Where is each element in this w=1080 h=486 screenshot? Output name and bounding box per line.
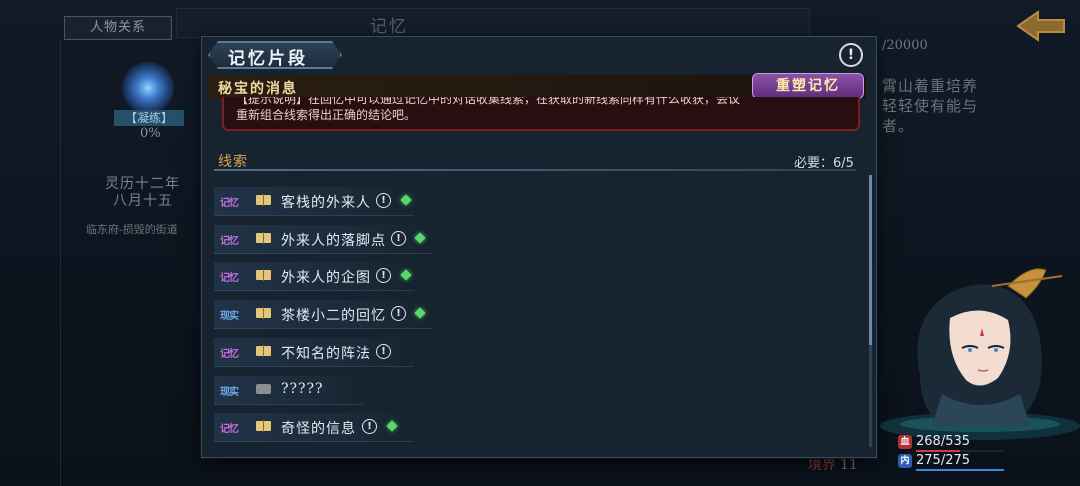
hp-stat: 血 268/535 [898, 434, 1008, 452]
background-description: 霄山着重培养 轻轻使有能与 者。 [882, 76, 978, 136]
mp-stat: 内 275/275 [898, 453, 1008, 471]
hint-description-box: 【提示说明】在回忆中可以通过记忆中的对话收集线索，在获取的新线索同样有什么收获，… [222, 97, 860, 131]
character-portrait[interactable] [880, 256, 1080, 442]
locked-scroll-icon [256, 384, 271, 394]
book-icon [256, 194, 272, 206]
realm-level-label: 境界 [808, 457, 836, 473]
book-icon [256, 232, 272, 244]
scrollbar-thumb[interactable] [869, 175, 872, 345]
book-icon [256, 307, 272, 319]
clue-name: 奇怪的信息 [281, 421, 356, 437]
clues-section-label: 线索 [218, 154, 248, 170]
info-icon[interactable]: ! [391, 231, 406, 246]
quest-title: 秘宝的消息 [218, 81, 298, 97]
mp-bar [916, 469, 1004, 471]
location-label: 临东府-损毁的街道 [86, 223, 178, 236]
hp-bar [916, 450, 1004, 452]
clue-row[interactable]: 记忆 不知名的阵法 ! [214, 338, 414, 367]
clue-row[interactable]: 现实 ????? [214, 376, 364, 405]
clue-tag: 现实 [220, 387, 239, 398]
hp-icon: 血 [898, 435, 912, 449]
hp-bar-fill [916, 450, 961, 452]
clue-row[interactable]: 记忆 外来人的落脚点 ! [214, 225, 432, 254]
help-icon[interactable]: ! [839, 43, 863, 67]
hint-description-line-2: 重新组合线索得出正确的结论吧。 [236, 108, 417, 122]
mp-bar-fill [916, 469, 1004, 471]
clue-row[interactable]: 现实 茶楼小二的回忆 ! [214, 300, 432, 329]
clue-name: 不知名的阵法 [281, 346, 371, 362]
info-icon[interactable]: ! [391, 306, 406, 321]
green-gem-icon [400, 194, 412, 206]
dialog-title: 记忆片段 [228, 49, 308, 69]
green-gem-icon [386, 420, 398, 432]
clue-tag: 记忆 [220, 349, 239, 360]
info-icon[interactable]: ! [362, 419, 377, 434]
clue-name: ????? [281, 381, 324, 397]
clue-list-scrollbar[interactable] [869, 175, 872, 447]
realm-level-value: 11 [840, 457, 858, 473]
character-relations-tab[interactable]: 人物关系 [64, 16, 172, 40]
background-description-line: 轻轻使有能与 [882, 97, 979, 115]
green-gem-icon [414, 307, 426, 319]
date-line-2: 八月十五 [113, 193, 173, 209]
clue-tag: 现实 [220, 311, 239, 322]
book-icon [256, 420, 272, 432]
background-title-band [176, 8, 810, 38]
info-icon[interactable]: ! [376, 268, 391, 283]
section-divider [214, 169, 856, 171]
book-icon [256, 345, 272, 357]
background-title: 记忆 [370, 17, 408, 37]
mp-value: 275/275 [916, 453, 971, 468]
rebuild-memory-button[interactable]: 重塑记忆 [752, 73, 864, 99]
back-arrow-icon[interactable] [1012, 6, 1072, 46]
clue-name: 外来人的企图 [281, 270, 371, 286]
book-icon [256, 269, 272, 281]
progress-percent: 0% [140, 126, 161, 141]
clue-row[interactable]: 记忆 外来人的企图 ! [214, 262, 414, 291]
clue-row[interactable]: 记忆 客栈的外来人 ! [214, 187, 414, 216]
clue-tag: 记忆 [220, 424, 239, 435]
clue-tag: 记忆 [220, 236, 239, 247]
background-description-line: 霄山着重培养 [882, 77, 979, 95]
memory-fragment-dialog: 记忆片段 ! 秘宝的消息 重塑记忆 【提示说明】在回忆中可以通过记忆中的对话收集… [201, 36, 877, 458]
mp-icon: 内 [898, 454, 912, 468]
clue-name: 外来人的落脚点 [281, 233, 386, 249]
info-icon[interactable]: ! [376, 344, 391, 359]
green-gem-icon [400, 269, 412, 281]
clue-name: 茶楼小二的回忆 [281, 308, 386, 324]
cultivation-emblem-icon [122, 62, 174, 114]
hp-value: 268/535 [916, 434, 971, 449]
clue-tag: 记忆 [220, 273, 239, 284]
info-icon[interactable]: ! [376, 193, 391, 208]
green-gem-icon [414, 232, 426, 244]
clue-tag: 记忆 [220, 198, 239, 209]
stage-badge: 【凝练】 [114, 110, 184, 126]
clue-row[interactable]: 记忆 奇怪的信息 ! [214, 413, 414, 442]
clue-name: 客栈的外来人 [281, 195, 371, 211]
background-description-line: 者。 [882, 117, 915, 135]
background-count: /20000 [882, 38, 928, 53]
